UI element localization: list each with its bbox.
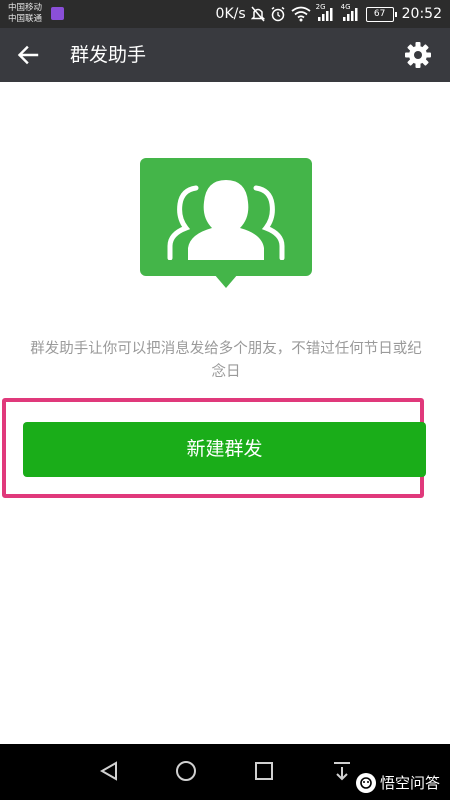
carrier-2: 中国联通	[8, 14, 43, 24]
clock: 20:52	[401, 6, 442, 22]
wukong-logo-icon	[355, 772, 376, 793]
app-notification-icon	[51, 7, 64, 20]
speech-bubble-tail	[214, 274, 238, 288]
nav-notifications-button[interactable]	[331, 760, 353, 786]
new-broadcast-button[interactable]: 新建群发	[23, 422, 426, 477]
triangle-back-icon	[99, 761, 117, 781]
square-recents-icon	[255, 762, 273, 780]
group-illustration	[140, 158, 312, 288]
settings-button[interactable]	[402, 39, 434, 71]
watermark: 悟空问答	[355, 772, 440, 793]
page-title: 群发助手	[70, 44, 147, 66]
carrier-info: 中国移动 中国联通	[8, 3, 42, 25]
back-button[interactable]	[12, 39, 44, 71]
gear-icon	[405, 42, 431, 68]
arrow-left-icon	[17, 45, 39, 65]
battery-indicator: 67	[365, 6, 397, 22]
description-text: 群发助手让你可以把消息发给多个朋友，不错过任何节日或纪念日	[30, 341, 422, 380]
system-nav-bar: 悟空问答	[0, 744, 450, 800]
pull-down-icon	[334, 762, 350, 781]
status-bar: 中国移动 中国联通 0K/s 2G 4G 67 20:52	[0, 0, 450, 28]
screen: 中国移动 中国联通 0K/s 2G 4G 67 20:52 群发助手 群发助手让…	[0, 0, 450, 800]
app-bar: 群发助手	[0, 28, 450, 82]
circle-home-icon	[176, 761, 196, 781]
signal-4g: 4G	[341, 3, 361, 22]
group-people-icon	[167, 180, 285, 260]
watermark-text: 悟空问答	[379, 774, 440, 792]
nav-back-button[interactable]	[98, 760, 120, 786]
signal-bars-icon	[342, 8, 358, 21]
nav-home-button[interactable]	[175, 760, 197, 786]
carrier-1: 中国移动	[8, 3, 43, 13]
mute-icon	[250, 6, 265, 22]
signal-bars-icon	[317, 8, 333, 21]
network-speed: 0K/s	[215, 6, 246, 22]
wifi-icon	[291, 6, 311, 22]
signal-2g: 2G	[316, 3, 336, 22]
nav-recents-button[interactable]	[253, 760, 275, 786]
alarm-icon	[271, 6, 285, 22]
status-indicators: 0K/s 2G 4G 67 20:52	[216, 0, 442, 28]
